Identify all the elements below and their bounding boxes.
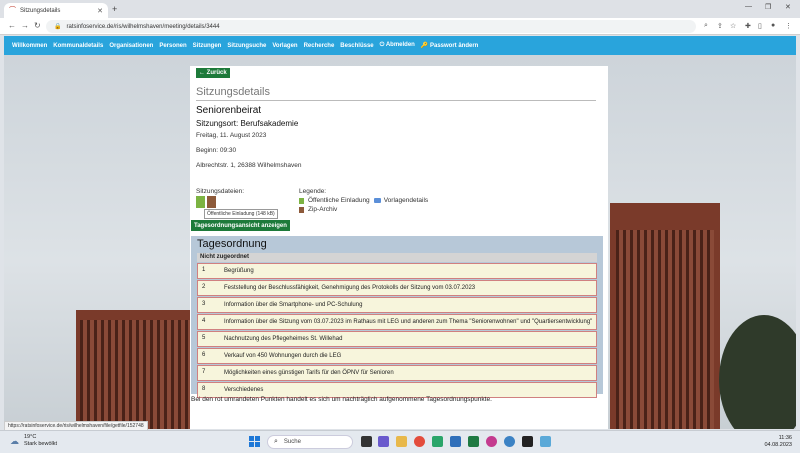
edge-icon[interactable] bbox=[432, 436, 443, 447]
file-tooltip: Öffentliche Einladung (148 kB) bbox=[204, 209, 278, 219]
file-explorer-icon[interactable] bbox=[396, 436, 407, 447]
search-icon: ⌕ bbox=[274, 438, 278, 445]
title-divider bbox=[196, 100, 596, 101]
taskbar-search[interactable]: ⌕ Suche bbox=[267, 435, 353, 449]
menu-item-sitzungsuche[interactable]: Sitzungsuche bbox=[227, 43, 266, 49]
tree bbox=[719, 315, 796, 429]
menu-item-organisationen[interactable]: Organisationen bbox=[109, 43, 153, 49]
clock-date: 04.08.2023 bbox=[764, 442, 792, 448]
menu-item-beschluesse[interactable]: Beschlüsse bbox=[340, 43, 373, 49]
legend-row-zip: Zip-Archiv bbox=[299, 206, 337, 213]
menu-item-passwort[interactable]: 🔑 Passwort ändern bbox=[421, 42, 479, 49]
app-icon[interactable] bbox=[540, 436, 551, 447]
chrome-icon[interactable] bbox=[414, 436, 425, 447]
agenda-section: Tagesordnung Nicht zugeordnet 1 Begrüßung… bbox=[191, 236, 603, 398]
menu-item-abmelden[interactable]: ⏻ Abmelden bbox=[380, 42, 415, 49]
address-bar[interactable]: 🔒 ratsinfoservice.de/ris/wilhelmshaven/m… bbox=[46, 20, 696, 33]
bookmark-star-icon[interactable]: ☆ bbox=[730, 22, 736, 30]
agenda-item[interactable]: 2 Feststellung der Beschlussfähigkeit, Ge… bbox=[197, 280, 597, 296]
menu-item-recherche[interactable]: Recherche bbox=[304, 43, 335, 49]
minimize-icon[interactable]: — bbox=[745, 3, 752, 10]
chat-icon[interactable] bbox=[378, 436, 389, 447]
cloud-icon: ☁ bbox=[10, 436, 19, 446]
meeting-start: Beginn: 09:30 bbox=[196, 147, 237, 154]
new-tab-icon[interactable]: + bbox=[112, 4, 117, 14]
committee-name: Seniorenbeirat bbox=[196, 105, 262, 116]
invitation-legend-icon bbox=[299, 197, 304, 204]
sidebar-icon[interactable]: ▯ bbox=[758, 22, 762, 30]
github-icon[interactable] bbox=[522, 436, 533, 447]
browser-tab-bar: ⌒ Sitzungsdetails ✕ + — ❐ ✕ bbox=[0, 0, 800, 18]
clock-time: 11:36 bbox=[778, 435, 792, 441]
weather-widget[interactable]: ☁ 19°C Stark bewölkt bbox=[10, 434, 57, 448]
legend-label: Legende: bbox=[299, 188, 327, 195]
zip-file-icon[interactable] bbox=[207, 196, 216, 208]
menu-item-kommunaldetails[interactable]: Kommunaldetails bbox=[53, 43, 103, 49]
tab-title: Sitzungsdetails bbox=[20, 7, 61, 14]
invitation-file-icon[interactable] bbox=[196, 196, 205, 208]
browser-menu-icon[interactable]: ⋮ bbox=[785, 22, 792, 30]
envelope-icon bbox=[373, 198, 381, 203]
share-icon[interactable]: ⇪ bbox=[717, 22, 723, 30]
agenda-footnote: Bei den rot umrandeten Punkten handelt e… bbox=[191, 396, 492, 403]
back-button[interactable]: ← Zurück bbox=[196, 68, 230, 78]
window-close-icon[interactable]: ✕ bbox=[785, 3, 791, 11]
meeting-location: Sitzungsort: Berufsakademie bbox=[196, 119, 299, 128]
legend-row-documents: Öffentliche Einladung Vorlagendetails bbox=[299, 197, 428, 204]
agenda-item[interactable]: 6 Verkauf von 450 Wohnungen durch die LEG bbox=[197, 348, 597, 364]
meeting-address: Albrechtstr. 1, 26388 Wilhelmshaven bbox=[196, 162, 302, 169]
windows-start-icon[interactable] bbox=[249, 436, 260, 447]
files-label: Sitzungsdateien: bbox=[196, 188, 245, 195]
weather-desc: Stark bewölkt bbox=[24, 441, 58, 447]
show-agenda-button[interactable]: Tagesordnungsansicht anzeigen bbox=[191, 220, 290, 231]
forward-arrow-icon[interactable]: → bbox=[21, 21, 29, 30]
address-url: ratsinfoservice.de/ris/wilhelmshaven/mee… bbox=[66, 23, 220, 30]
menu-item-vorlagen[interactable]: Vorlagen bbox=[272, 43, 297, 49]
profile-icon[interactable]: ● bbox=[771, 22, 775, 29]
task-view-icon[interactable] bbox=[361, 436, 372, 447]
maximize-icon[interactable]: ❐ bbox=[765, 3, 771, 11]
content-panel: ← Zurück Sitzungsdetails Seniorenbeirat … bbox=[190, 66, 608, 429]
menu-item-sitzungen[interactable]: Sitzungen bbox=[193, 43, 222, 49]
agenda-item[interactable]: 3 Information über die Smartphone- und PC… bbox=[197, 297, 597, 313]
menu-item-personen[interactable]: Personen bbox=[159, 43, 186, 49]
zip-legend-icon bbox=[299, 206, 304, 213]
app-icon[interactable] bbox=[486, 436, 497, 447]
file-icons bbox=[196, 196, 216, 208]
site-favicon-icon: ⌒ bbox=[9, 7, 16, 14]
excel-icon[interactable] bbox=[468, 436, 479, 447]
system-clock[interactable]: 11:36 04.08.2023 bbox=[760, 435, 792, 449]
app-icon[interactable] bbox=[504, 436, 515, 447]
zoom-icon[interactable]: ⌕ bbox=[704, 22, 708, 30]
key-icon: 🔑 bbox=[420, 43, 430, 49]
meeting-date: Freitag, 11. August 2023 bbox=[196, 132, 267, 139]
menu-item-willkommen[interactable]: Willkommen bbox=[12, 43, 47, 49]
browser-toolbar: ← → ↻ 🔒 ratsinfoservice.de/ris/wilhelmsh… bbox=[0, 18, 800, 35]
agenda-subheader: Nicht zugeordnet bbox=[197, 253, 597, 262]
back-arrow-icon[interactable]: ← bbox=[8, 21, 16, 30]
store-icon[interactable] bbox=[450, 436, 461, 447]
agenda-item[interactable]: 5 Nachnutzung des Pflegeheimes St. Willeh… bbox=[197, 331, 597, 347]
page-title: Sitzungsdetails bbox=[196, 86, 270, 98]
agenda-title: Tagesordnung bbox=[197, 238, 267, 250]
taskbar: ☁ 19°C Stark bewölkt ⌕ Suche 11:36 04.08… bbox=[0, 430, 800, 453]
lock-icon: 🔒 bbox=[54, 24, 62, 30]
reload-icon[interactable]: ↻ bbox=[34, 21, 41, 30]
agenda-item[interactable]: 1 Begrüßung bbox=[197, 263, 597, 279]
site-main-menu: Willkommen Kommunaldetails Organisatione… bbox=[4, 36, 796, 55]
agenda-items: 1 Begrüßung 2 Feststellung der Beschlussfä… bbox=[197, 263, 597, 399]
extensions-icon[interactable]: ✚ bbox=[745, 22, 751, 30]
agenda-item[interactable]: 4 Information über die Sitzung vom 03.07.… bbox=[197, 314, 597, 330]
browser-tab[interactable]: ⌒ Sitzungsdetails ✕ bbox=[4, 3, 108, 18]
weather-temp: 19°C bbox=[24, 434, 37, 440]
agenda-item[interactable]: 7 Möglichkeiten eines günstigen Tarifs fü… bbox=[197, 365, 597, 381]
tab-close-icon[interactable]: ✕ bbox=[97, 7, 103, 15]
